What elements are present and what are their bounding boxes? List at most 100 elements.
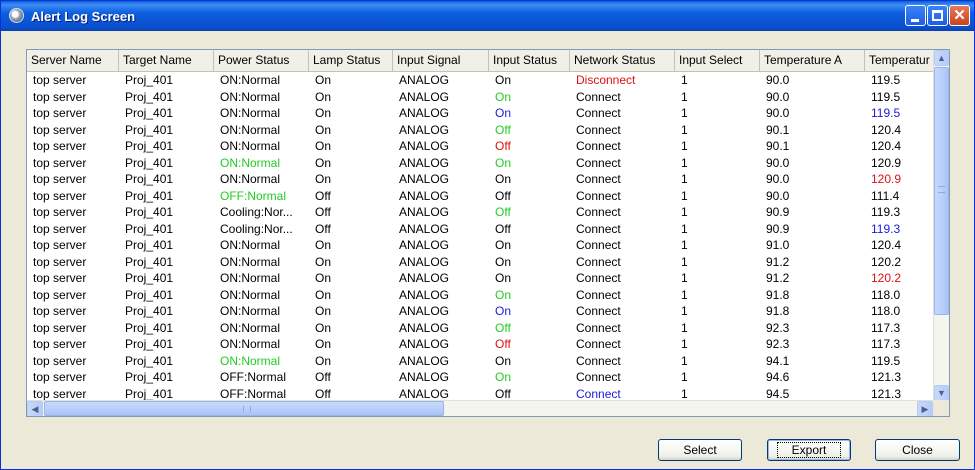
grip-icon — [243, 406, 251, 412]
column-header[interactable]: Temperature A — [760, 50, 865, 71]
table-cell: 1 — [681, 254, 688, 269]
column-header[interactable]: Power Status — [214, 50, 309, 71]
table-cell: top server — [33, 155, 87, 170]
table-cell: top server — [33, 320, 87, 335]
table-row[interactable]: top server Proj_401 ON:Normal On ANALOG Off Co… — [27, 122, 937, 139]
table-row[interactable]: top server Proj_401 ON:Normal On ANALOG On Con… — [27, 237, 937, 254]
vertical-scrollbar[interactable]: ▲ ▼ — [933, 50, 949, 401]
column-header[interactable]: Input Status — [489, 50, 570, 71]
maximize-button[interactable] — [927, 5, 948, 26]
table-cell: 111.4 — [871, 188, 900, 203]
table-cell: 119.5 — [871, 106, 901, 120]
table-cell: 90.0 — [766, 106, 790, 120]
scroll-left-button[interactable]: ◀ — [27, 401, 43, 416]
column-header[interactable]: Input Signal — [393, 50, 489, 71]
column-header[interactable]: Target Name — [119, 50, 214, 71]
table-cell: 90.9 — [766, 221, 790, 236]
table-cell: On — [315, 89, 332, 104]
vertical-scroll-thumb[interactable] — [934, 67, 949, 315]
table-row[interactable]: top server Proj_401 Cooling:Nor... Off ANALO… — [27, 221, 937, 238]
table-cell: Proj_401 — [125, 271, 174, 285]
table-cell: 94.1 — [766, 353, 790, 368]
table-cell: top server — [33, 221, 87, 236]
table-cell: On — [315, 238, 332, 252]
column-header[interactable]: Input Select — [675, 50, 760, 71]
table-cell: 90.0 — [766, 188, 790, 203]
horizontal-scroll-thumb[interactable] — [44, 401, 444, 416]
scroll-up-button[interactable]: ▲ — [934, 50, 949, 66]
table-cell: Off — [315, 221, 331, 236]
select-button[interactable]: Select — [658, 439, 742, 461]
scroll-down-button[interactable]: ▼ — [934, 385, 949, 401]
minimize-button[interactable] — [905, 5, 926, 26]
table-cell: 119.5 — [871, 89, 901, 104]
table-cell: top server — [33, 205, 87, 219]
scroll-right-button[interactable]: ▶ — [917, 401, 933, 416]
table-cell: On — [315, 304, 332, 318]
table-cell: On — [315, 337, 332, 351]
table-row[interactable]: top server Proj_401 ON:Normal On ANALOG On Con… — [27, 89, 937, 106]
table-cell: Off — [495, 139, 511, 153]
table-cell: Proj_401 — [125, 287, 174, 302]
column-header[interactable]: Network Status — [570, 50, 675, 71]
window-title: Alert Log Screen — [31, 9, 136, 24]
alert-log-table[interactable]: Server Name Target Name Power Status Lamp S… — [26, 49, 950, 417]
table-cell: top server — [33, 139, 87, 153]
table-cell: Proj_401 — [125, 337, 174, 351]
table-cell: ANALOG — [399, 221, 450, 236]
table-row[interactable]: top server Proj_401 ON:Normal On ANALOG On Con… — [27, 155, 937, 172]
table-cell: 91.8 — [766, 304, 790, 318]
close-button[interactable]: Close — [875, 439, 960, 461]
table-cell: 119.5 — [871, 73, 901, 87]
table-cell: 119.5 — [871, 353, 901, 368]
table-cell: ANALOG — [399, 254, 450, 269]
table-row[interactable]: top server Proj_401 ON:Normal On ANALOG On Con… — [27, 171, 937, 188]
table-cell: 120.9 — [871, 172, 902, 186]
table-cell: ON:Normal — [220, 155, 281, 170]
table-row[interactable]: top server Proj_401 ON:Normal On ANALOG On Con… — [27, 270, 937, 287]
table-cell: ANALOG — [399, 73, 450, 87]
table-row[interactable]: top server Proj_401 ON:Normal On ANALOG Off Co… — [27, 138, 937, 155]
column-header[interactable]: Temperatur — [865, 50, 937, 71]
table-cell: ON:Normal — [220, 139, 281, 153]
table-cell: On — [495, 238, 512, 252]
table-cell: On — [495, 353, 512, 368]
table-cell: Connect — [576, 172, 621, 186]
table-cell: 1 — [681, 320, 688, 335]
table-cell: On — [495, 155, 512, 170]
minimize-icon — [911, 19, 919, 22]
table-row[interactable]: top server Proj_401 OFF:Normal Off ANALOG Off… — [27, 188, 937, 205]
table-row[interactable]: top server Proj_401 ON:Normal On ANALOG On Con… — [27, 254, 937, 271]
table-cell: 1 — [681, 89, 688, 104]
export-button[interactable]: Export — [767, 439, 851, 461]
title-bar[interactable]: Alert Log Screen ✕ — [1, 1, 974, 31]
table-row[interactable]: top server Proj_401 ON:Normal On ANALOG On Con… — [27, 105, 937, 122]
close-window-button[interactable]: ✕ — [949, 5, 970, 26]
horizontal-scrollbar[interactable]: ◀ ▶ — [27, 400, 949, 416]
grip-icon — [938, 186, 945, 193]
table-cell: Connect — [576, 271, 621, 285]
table-cell: Proj_401 — [125, 320, 174, 335]
table-row[interactable]: top server Proj_401 ON:Normal On ANALOG Off Co… — [27, 320, 937, 337]
table-cell: Proj_401 — [125, 89, 174, 104]
table-row[interactable]: top server Proj_401 ON:Normal On ANALOG Off Co… — [27, 336, 937, 353]
table-row[interactable]: top server Proj_401 Cooling:Nor... Off ANALO… — [27, 204, 937, 221]
table-row[interactable]: top server Proj_401 OFF:Normal Off ANALOG On C… — [27, 369, 937, 386]
table-cell: Cooling:Nor... — [220, 221, 293, 236]
table-cell: On — [315, 122, 332, 137]
table-row[interactable]: top server Proj_401 ON:Normal On ANALOG On Con… — [27, 353, 937, 370]
table-cell: ON:Normal — [220, 106, 281, 120]
table-cell: ANALOG — [399, 188, 450, 203]
table-cell: 91.8 — [766, 287, 790, 302]
table-cell: Proj_401 — [125, 155, 174, 170]
table-row[interactable]: top server Proj_401 ON:Normal On ANALOG On Con… — [27, 287, 937, 304]
column-header[interactable]: Lamp Status — [309, 50, 393, 71]
table-cell: ANALOG — [399, 304, 450, 318]
table-cell: Off — [315, 188, 331, 203]
table-cell: 120.2 — [871, 254, 902, 269]
table-cell: Connect — [576, 370, 621, 384]
table-row[interactable]: top server Proj_401 ON:Normal On ANALOG On Dis… — [27, 72, 937, 89]
column-header[interactable]: Server Name — [27, 50, 119, 71]
table-row[interactable]: top server Proj_401 ON:Normal On ANALOG On Con… — [27, 303, 937, 320]
table-cell: 94.6 — [766, 370, 790, 384]
